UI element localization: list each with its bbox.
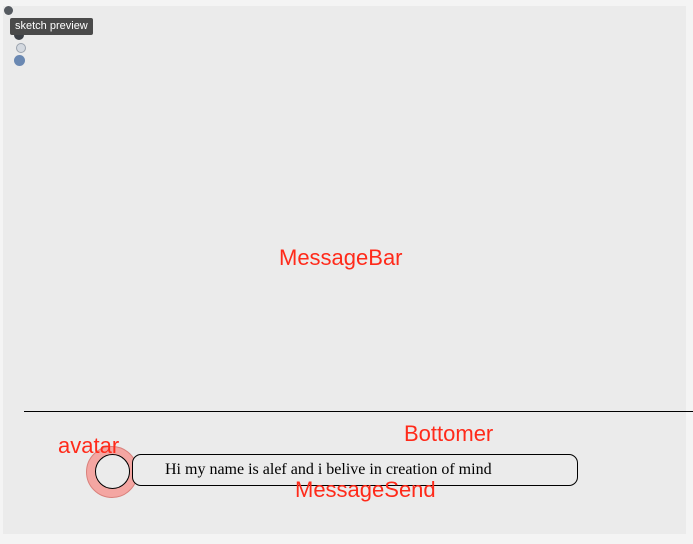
avatar[interactable]	[95, 454, 130, 489]
sketch-preview-tooltip: sketch preview	[10, 18, 93, 35]
handle-dot-icon[interactable]	[16, 43, 26, 53]
bottomer-divider	[24, 411, 693, 412]
handle-dot-icon[interactable]	[4, 6, 13, 15]
messagebar-label: MessageBar	[279, 245, 403, 270]
messagesend-label: MessageSend	[295, 477, 436, 502]
bottomer-label: Bottomer	[404, 421, 494, 446]
handle-dot-icon[interactable]	[14, 55, 25, 66]
avatar-label: avatar	[58, 433, 120, 458]
